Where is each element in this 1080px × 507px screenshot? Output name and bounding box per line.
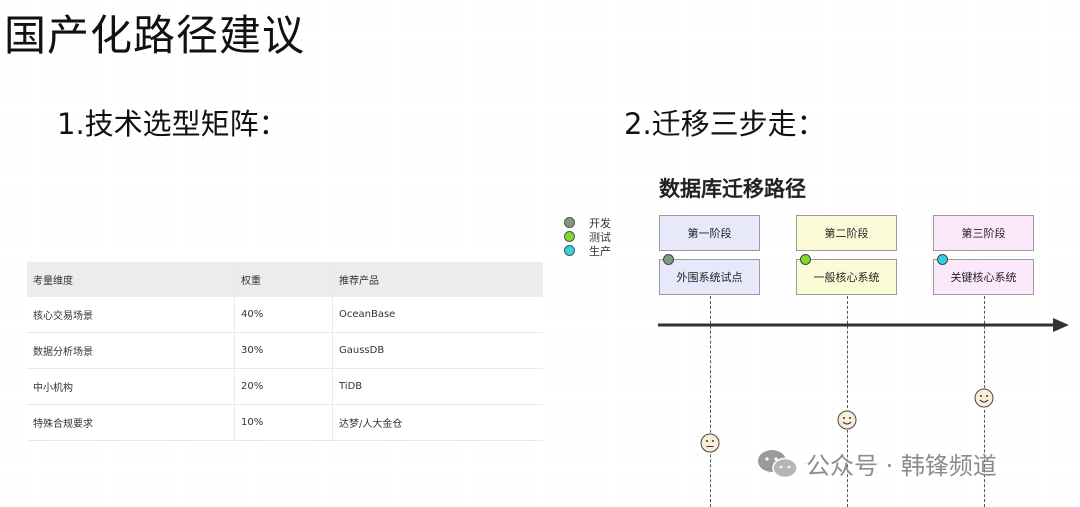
stage-3-system-box: 关键核心系统: [933, 259, 1034, 295]
table-cell: 核心交易场景: [33, 311, 93, 322]
wechat-icon: [758, 450, 798, 479]
prod-status-dot: [937, 254, 948, 265]
diagram-title: 数据库迁移路径: [659, 177, 806, 201]
section-heading-migration: 2.迁移三步走：: [624, 107, 826, 141]
legend-dot-dev: [564, 217, 575, 228]
column-header-dimension: 考量维度: [33, 276, 73, 287]
timeline-arrow: [658, 318, 1069, 332]
watermark-text: 公众号 · 韩锋频道: [806, 452, 997, 480]
page-title: 国产化路径建议: [4, 11, 306, 60]
smile-face-icon: [837, 410, 857, 430]
stage-3-box: 第三阶段: [933, 215, 1034, 251]
tech-selection-table: 考量维度 权重 推荐产品 核心交易场景 40% OceanBase 数据分析场景…: [27, 262, 543, 441]
table-cell: 10%: [234, 404, 333, 441]
stage-1-box: 第一阶段: [659, 215, 760, 251]
column-header-product: 推荐产品: [332, 262, 543, 297]
table-cell: 40%: [234, 297, 333, 333]
table-cell: 达梦/人大金仓: [332, 404, 543, 441]
stage-1-system-box: 外围系统试点: [659, 259, 760, 295]
table-cell: 20%: [234, 368, 333, 405]
smile-face-icon: [974, 388, 994, 408]
column-header-weight: 权重: [234, 262, 333, 297]
table-cell: TiDB: [332, 368, 543, 405]
table-cell: 数据分析场景: [33, 347, 93, 358]
neutral-face-icon: [700, 433, 720, 453]
stage-2-box: 第二阶段: [796, 215, 897, 251]
table-row: 数据分析场景 30% GaussDB: [27, 332, 543, 369]
table-cell: GaussDB: [332, 332, 543, 369]
table-cell: OceanBase: [332, 297, 543, 333]
table-cell: 中小机构: [33, 383, 73, 394]
section-heading-matrix: 1.技术选型矩阵：: [57, 107, 288, 141]
table-row: 核心交易场景 40% OceanBase: [27, 297, 543, 333]
table-cell: 特殊合规要求: [33, 419, 93, 430]
test-status-dot: [800, 254, 811, 265]
table-row: 特殊合规要求 10% 达梦/人大金仓: [27, 404, 543, 441]
stage-2-system-box: 一般核心系统: [796, 259, 897, 295]
table-header-row: 考量维度 权重 推荐产品: [27, 262, 543, 297]
dev-status-dot: [663, 254, 674, 265]
legend-dot-prod: [564, 245, 575, 256]
table-cell: 30%: [234, 332, 333, 369]
legend-label-prod: 生产: [589, 245, 611, 258]
legend-dot-test: [564, 231, 575, 242]
table-row: 中小机构 20% TiDB: [27, 368, 543, 405]
